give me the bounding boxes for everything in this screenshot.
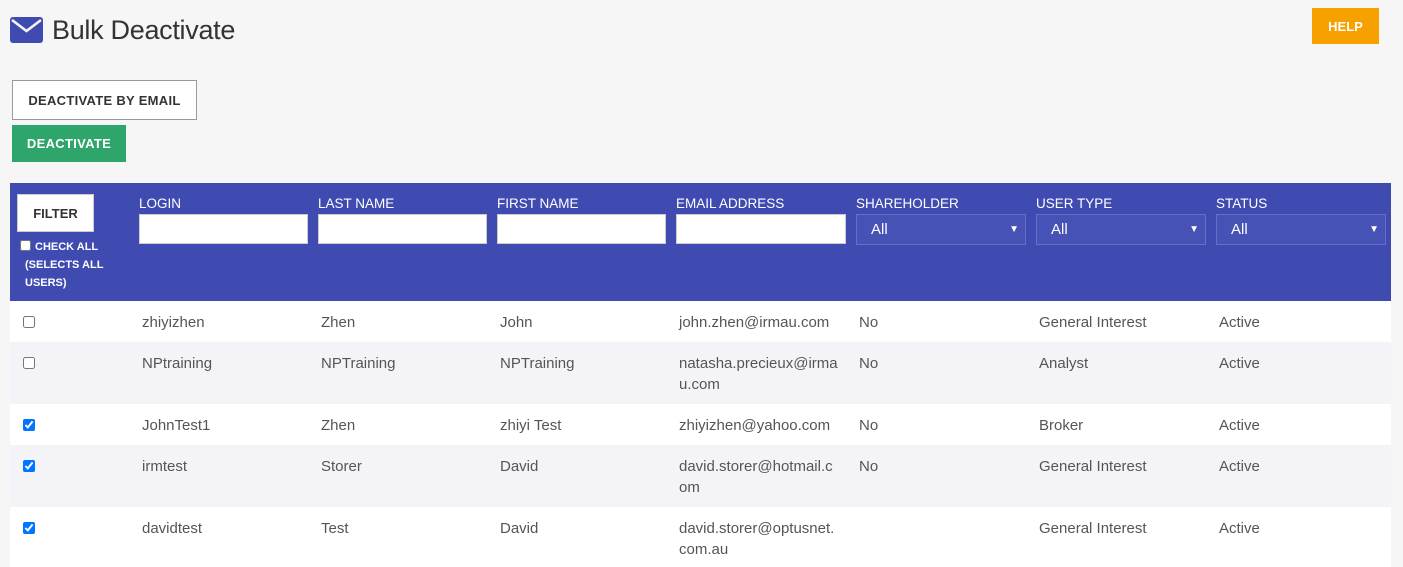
last-name-filter-label: LAST NAME <box>318 196 395 211</box>
row-last-name: NPTraining <box>321 355 396 372</box>
row-checkbox[interactable] <box>23 522 35 534</box>
row-shareholder: No <box>859 314 879 331</box>
row-email: natasha.precieux@irma u.com <box>679 353 838 395</box>
row-status: Active <box>1219 458 1260 475</box>
email-filter-input[interactable] <box>676 214 846 244</box>
user-type-select[interactable]: All ▼ <box>1036 214 1206 245</box>
table-row: irmtest Storer David david.storer@hotmai… <box>10 445 1391 507</box>
row-user-type: Analyst <box>1039 355 1089 372</box>
email-filter-label: EMAIL ADDRESS <box>676 196 785 211</box>
row-status: Active <box>1219 355 1260 372</box>
filter-bar: FILTER CHECK ALL (SELECTS ALL USERS) LOG… <box>10 183 1391 301</box>
shareholder-select[interactable]: All ▼ <box>856 214 1026 245</box>
help-button[interactable]: HELP <box>1312 8 1379 44</box>
row-checkbox[interactable] <box>23 460 35 472</box>
table-row: JohnTest1 Zhen zhiyi Test zhiyizhen@yaho… <box>10 404 1391 445</box>
table-row: zhiyizhen Zhen John john.zhen@irmau.com … <box>10 301 1391 342</box>
last-name-filter: LAST NAME <box>318 196 487 244</box>
first-name-filter-input[interactable] <box>497 214 666 244</box>
row-shareholder: No <box>859 458 879 475</box>
page-title: Bulk Deactivate <box>52 14 236 45</box>
row-email: john.zhen@irmau.com <box>679 312 829 333</box>
row-email-line1: natasha.precieux@irma <box>679 355 838 372</box>
row-login: NPtraining <box>142 355 213 372</box>
row-first-name: John <box>500 314 533 331</box>
check-all-note-1: (SELECTS ALL <box>25 259 104 271</box>
row-login: irmtest <box>142 458 187 475</box>
row-email-line2: com.au <box>679 541 729 558</box>
check-all: CHECK ALL (SELECTS ALL USERS) <box>20 238 120 292</box>
first-name-filter: FIRST NAME <box>497 196 666 244</box>
row-user-type: General Interest <box>1039 458 1147 475</box>
envelope-icon <box>10 17 43 43</box>
row-email-line1: david.storer@hotmail.c <box>679 458 833 475</box>
row-user-type: General Interest <box>1039 520 1147 537</box>
shareholder-filter-label: SHAREHOLDER <box>856 196 959 211</box>
user-type-filter: USER TYPE All ▼ <box>1036 196 1206 245</box>
check-all-checkbox[interactable] <box>20 240 31 251</box>
row-login: davidtest <box>142 520 203 537</box>
status-filter-label: STATUS <box>1216 196 1268 211</box>
row-email-line1: david.storer@optusnet. <box>679 520 835 537</box>
check-all-note-2: USERS) <box>25 277 67 289</box>
chevron-down-icon: ▼ <box>1009 224 1019 235</box>
row-last-name: Zhen <box>321 417 356 434</box>
row-checkbox[interactable] <box>23 316 35 328</box>
user-type-filter-label: USER TYPE <box>1036 196 1113 211</box>
login-filter-label: LOGIN <box>139 196 182 211</box>
row-email: david.storer@hotmail.c om <box>679 456 833 498</box>
row-email: zhiyizhen@yahoo.com <box>679 415 830 436</box>
status-select[interactable]: All ▼ <box>1216 214 1386 245</box>
login-filter: LOGIN <box>139 196 308 244</box>
row-checkbox[interactable] <box>23 419 35 431</box>
row-email-line2: om <box>679 479 700 496</box>
login-filter-input[interactable] <box>139 214 308 244</box>
row-last-name: Storer <box>321 458 362 475</box>
first-name-filter-label: FIRST NAME <box>497 196 579 211</box>
last-name-filter-input[interactable] <box>318 214 487 244</box>
row-status: Active <box>1219 417 1260 434</box>
row-email-line1: zhiyizhen@yahoo.com <box>679 417 831 434</box>
check-all-label: CHECK ALL <box>35 241 99 253</box>
row-first-name: zhiyi Test <box>500 417 562 434</box>
row-login: JohnTest1 <box>142 417 211 434</box>
row-email: david.storer@optusnet. com.au <box>679 518 834 560</box>
email-filter: EMAIL ADDRESS <box>676 196 846 244</box>
status-select-value: All <box>1231 221 1248 238</box>
row-first-name: NPTraining <box>500 355 575 372</box>
row-user-type: General Interest <box>1039 314 1147 331</box>
row-status: Active <box>1219 314 1260 331</box>
row-first-name: David <box>500 458 539 475</box>
chevron-down-icon: ▼ <box>1369 224 1379 235</box>
row-shareholder: No <box>859 417 879 434</box>
row-login: zhiyizhen <box>142 314 205 331</box>
shareholder-select-value: All <box>871 221 888 238</box>
row-user-type: Broker <box>1039 417 1084 434</box>
row-first-name: David <box>500 520 539 537</box>
row-shareholder: No <box>859 355 879 372</box>
deactivate-button[interactable]: DEACTIVATE <box>12 125 126 162</box>
row-last-name: Zhen <box>321 314 356 331</box>
row-status: Active <box>1219 520 1260 537</box>
row-last-name: Test <box>321 520 349 537</box>
table-row: davidtest Test David david.storer@optusn… <box>10 507 1391 567</box>
filter-button[interactable]: FILTER <box>17 194 94 232</box>
row-checkbox[interactable] <box>23 357 35 369</box>
user-type-select-value: All <box>1051 221 1068 238</box>
table-row: NPtraining NPTraining NPTraining natasha… <box>10 342 1391 404</box>
shareholder-filter: SHAREHOLDER All ▼ <box>856 196 1026 245</box>
deactivate-by-email-button[interactable]: DEACTIVATE BY EMAIL <box>12 80 197 120</box>
row-email-line1: john.zhen@irmau.com <box>679 314 830 331</box>
page-header: Bulk Deactivate <box>10 12 235 48</box>
status-filter: STATUS All ▼ <box>1216 196 1386 245</box>
row-email-line2: u.com <box>679 376 720 393</box>
chevron-down-icon: ▼ <box>1189 224 1199 235</box>
